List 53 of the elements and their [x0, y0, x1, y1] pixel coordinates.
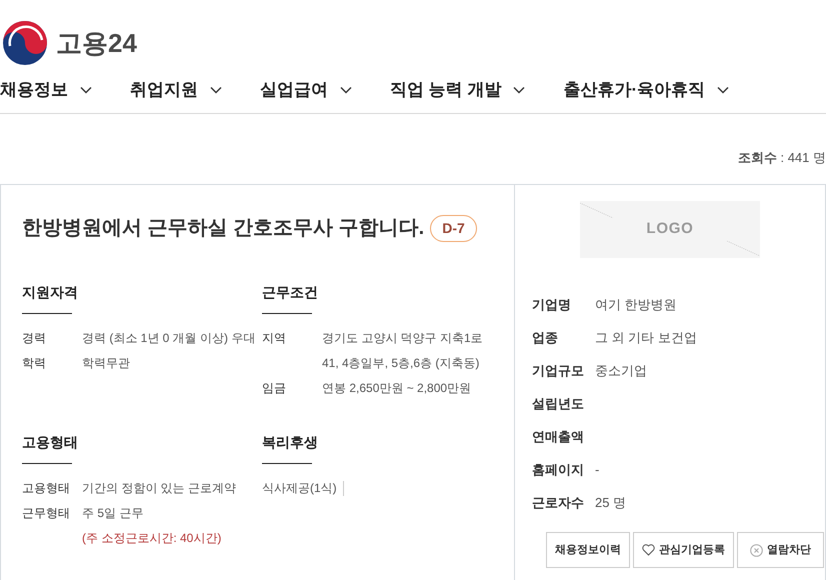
field-value: 주 5일 근무: [82, 505, 144, 522]
deadline-badge: D-7: [430, 214, 477, 242]
field-value: 경력 (최소 1년 0 개월 이상) 우대: [82, 330, 256, 347]
benefit-item: 식사제공(1식): [262, 481, 344, 496]
section-heading: 복리후생: [262, 434, 318, 450]
section-heading: 지원자격: [22, 284, 78, 300]
field-value: 기간의 정함이 있는 근로계약: [82, 480, 238, 497]
company-field-label: 업종: [532, 328, 559, 347]
company-field-label: 기업규모: [532, 362, 585, 380]
nav-menu-item[interactable]: 취업지원: [130, 76, 222, 102]
company-field-label: 근로자수: [532, 494, 585, 512]
field-value: 학력무관: [82, 355, 131, 372]
field-label: 근무형태: [22, 505, 71, 522]
company-action-button[interactable]: 열람차단: [737, 532, 824, 568]
company-action-button[interactable]: 관심기업등록: [633, 532, 734, 568]
dotted-line: [580, 203, 613, 218]
posting-title: 한방병원에서 근무하실 간호조무사 구합니다.: [22, 216, 424, 241]
dotted-line: [727, 241, 760, 256]
field-value: 경기도 고양시 덕양구 지축1로 41, 4층일부, 5층,6층 (지축동): [322, 330, 484, 372]
company-field-label: 홈페이지: [532, 460, 585, 479]
view-count: 조회수 : 441 명: [738, 149, 826, 167]
logo-text: LOGO: [646, 219, 694, 240]
circle-emblem-icon: [2, 20, 48, 66]
company-field-value: -: [595, 460, 600, 479]
site-title[interactable]: 고용24: [56, 24, 137, 62]
field-label: 학력: [22, 355, 47, 372]
chevron-down-icon: [80, 86, 92, 94]
chevron-down-icon: [513, 86, 526, 94]
working-hours-note: (주 소정근로시간: 40시간): [82, 530, 222, 547]
company-field-value: 25 명: [595, 494, 626, 512]
company-field-label: 기업명: [532, 296, 572, 314]
nav-menu-item[interactable]: 직업 능력 개발: [390, 76, 526, 102]
chevron-down-icon: [210, 86, 222, 94]
company-field-value: 그 외 기타 보건업: [595, 328, 697, 347]
field-label: 임금: [262, 380, 287, 397]
section-heading: 고용형태: [22, 434, 78, 450]
field-value: 연봉 2,650만원 ~ 2,800만원: [322, 380, 472, 397]
company-action-button[interactable]: 채용정보이력: [546, 532, 630, 568]
company-field-value: 여기 한방병원: [595, 296, 677, 314]
chevron-down-icon: [717, 86, 730, 94]
company-field-label: 설립년도: [532, 394, 585, 413]
nav-menu-item[interactable]: 출산휴가·육아휴직: [563, 76, 730, 102]
company-field-label: 연매출액: [532, 428, 585, 446]
field-label: 지역: [262, 330, 287, 347]
chevron-down-icon: [340, 86, 352, 94]
company-field-value: 중소기업: [595, 362, 647, 380]
field-label: 경력: [22, 330, 47, 347]
nav-menu-item[interactable]: 채용정보: [0, 76, 92, 102]
circle-x-icon: [750, 544, 763, 556]
heart-icon: [642, 544, 655, 556]
nav-menu-item[interactable]: 실업급여: [260, 76, 352, 102]
section-heading: 근무조건: [262, 284, 318, 300]
field-label: 고용형태: [22, 480, 71, 497]
